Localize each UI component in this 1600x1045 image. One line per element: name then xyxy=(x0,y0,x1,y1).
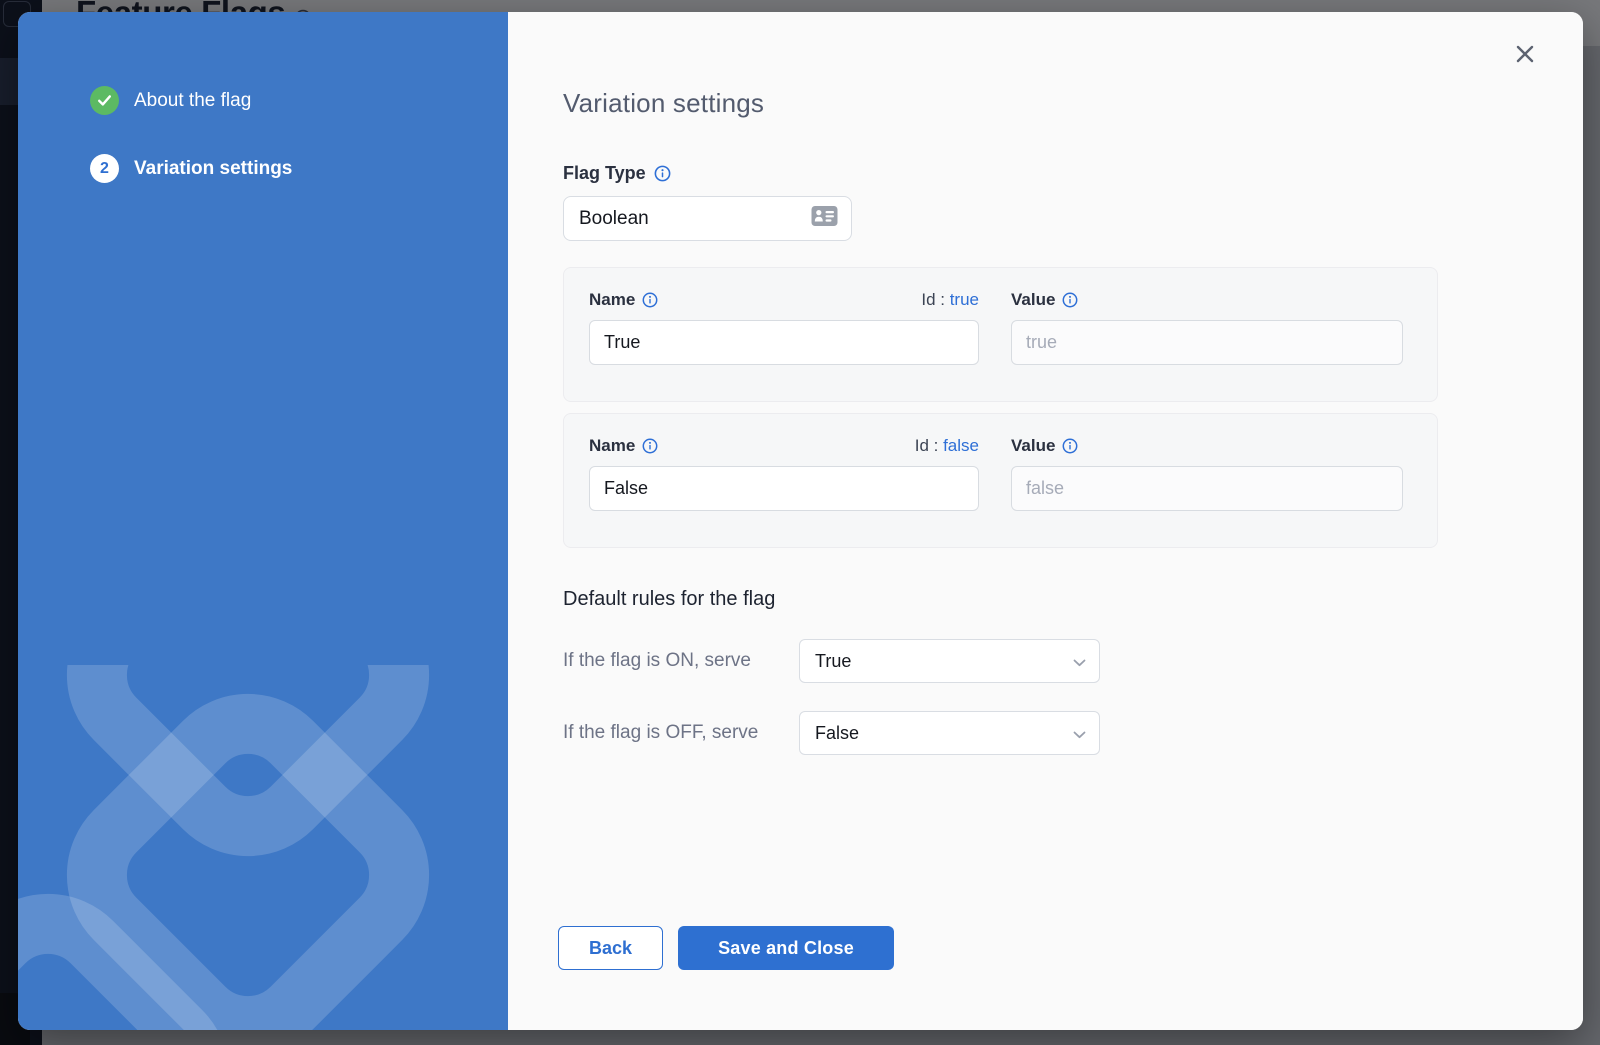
rule-on-value: True xyxy=(815,651,851,672)
variation-card-true: Name Id : true Value xyxy=(563,267,1438,402)
step-label: About the flag xyxy=(134,90,251,112)
variation-card-false: Name Id : false Value xyxy=(563,413,1438,548)
back-button[interactable]: Back xyxy=(558,926,663,970)
chevron-down-icon xyxy=(1073,651,1086,672)
step-about-the-flag[interactable]: About the flag xyxy=(90,86,508,115)
wizard-footer: Back Save and Close xyxy=(558,926,894,970)
step-variation-settings[interactable]: 2 Variation settings xyxy=(90,154,508,183)
flag-type-value: Boolean xyxy=(579,208,649,230)
flag-type-label: Flag Type xyxy=(563,163,1583,184)
rule-off-label: If the flag is OFF, serve xyxy=(563,722,799,744)
default-rules-heading: Default rules for the flag xyxy=(563,588,1583,611)
name-label: Name xyxy=(589,290,658,310)
info-icon[interactable] xyxy=(1062,438,1078,454)
save-and-close-button[interactable]: Save and Close xyxy=(678,926,894,970)
variation-inputs-row xyxy=(589,466,1412,511)
rule-off-select[interactable]: False xyxy=(799,711,1100,755)
rule-off-value: False xyxy=(815,723,859,744)
chevron-down-icon xyxy=(1073,723,1086,744)
variation-id: Id : true xyxy=(921,290,979,310)
rule-row-on: If the flag is ON, serve True xyxy=(563,639,1583,683)
info-icon[interactable] xyxy=(1062,292,1078,308)
variation-name-input[interactable] xyxy=(589,466,979,511)
variation-value-input[interactable] xyxy=(1011,320,1403,365)
variation-inputs-row xyxy=(589,320,1412,365)
flag-type-select[interactable]: Boolean xyxy=(563,196,852,241)
info-icon[interactable] xyxy=(654,165,671,182)
step-complete-check-icon xyxy=(90,86,119,115)
step-label: Variation settings xyxy=(134,158,292,180)
variation-id: Id : false xyxy=(915,436,979,456)
rule-row-off: If the flag is OFF, serve False xyxy=(563,711,1583,755)
variation-labels-row: Name Id : false Value xyxy=(589,436,1412,456)
variation-value-input[interactable] xyxy=(1011,466,1403,511)
value-label: Value xyxy=(1011,290,1403,310)
value-label: Value xyxy=(1011,436,1403,456)
variation-name-input[interactable] xyxy=(589,320,979,365)
rule-on-label: If the flag is ON, serve xyxy=(563,650,799,672)
rule-on-select[interactable]: True xyxy=(799,639,1100,683)
step-number-badge: 2 xyxy=(90,154,119,183)
info-icon[interactable] xyxy=(642,438,658,454)
screen: Feature Flags About the flag 2 Variatio xyxy=(0,0,1600,1045)
variation-labels-row: Name Id : true Value xyxy=(589,290,1412,310)
close-icon[interactable] xyxy=(1511,40,1539,68)
wizard-content: Variation settings Flag Type Boolean xyxy=(508,12,1583,1030)
brand-watermark-logo xyxy=(18,665,508,1030)
name-label: Name xyxy=(589,436,658,456)
feature-flag-wizard-modal: About the flag 2 Variation settings Vari… xyxy=(18,12,1583,1030)
flag-type-select-icon xyxy=(811,205,838,233)
flag-type-field: Flag Type Boolean xyxy=(563,163,1583,241)
modal-title: Variation settings xyxy=(563,88,1583,119)
info-icon[interactable] xyxy=(642,292,658,308)
wizard-steps-panel: About the flag 2 Variation settings xyxy=(18,12,508,1030)
